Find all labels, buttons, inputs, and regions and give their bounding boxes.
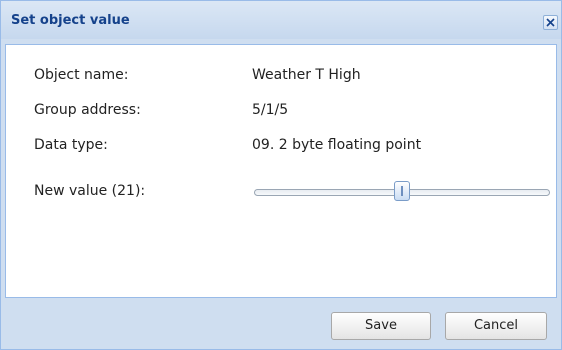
dialog-footer: Save Cancel xyxy=(1,301,561,349)
data-type-label: Data type: xyxy=(34,137,108,153)
dialog-title: Set object value xyxy=(11,13,130,28)
dialog-body: Object name: Weather T High Group addres… xyxy=(5,44,557,298)
object-name-value: Weather T High xyxy=(252,67,361,83)
save-button[interactable]: Save xyxy=(331,312,431,340)
new-value-slider-thumb[interactable] xyxy=(394,181,410,201)
set-object-value-dialog: Set object value Object name: Weather T … xyxy=(0,0,562,350)
group-address-value: 5/1/5 xyxy=(252,102,289,118)
group-address-label: Group address: xyxy=(34,102,141,118)
data-type-value: 09. 2 byte floating point xyxy=(252,137,422,153)
close-icon[interactable] xyxy=(543,15,558,30)
new-value-label: New value (21): xyxy=(34,183,146,199)
cancel-button[interactable]: Cancel xyxy=(445,312,547,340)
object-name-label: Object name: xyxy=(34,67,129,83)
dialog-titlebar[interactable]: Set object value xyxy=(1,1,561,39)
